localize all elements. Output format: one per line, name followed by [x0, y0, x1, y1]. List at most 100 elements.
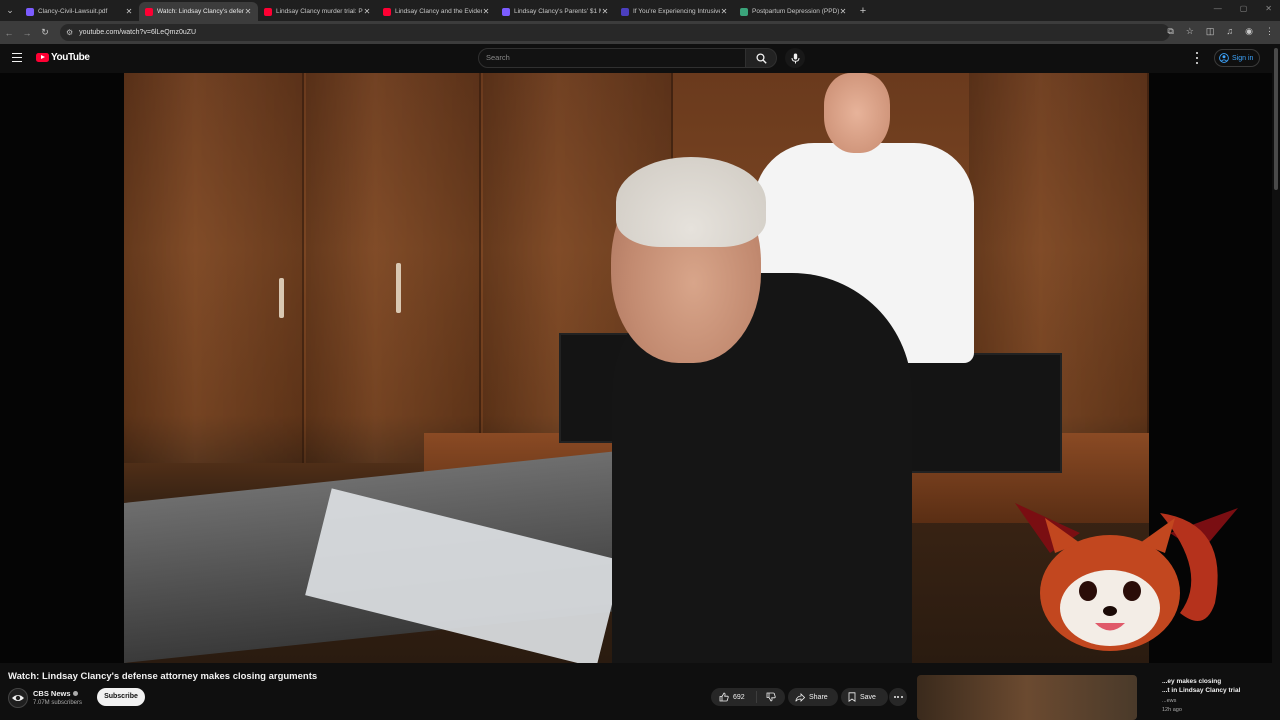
browser-tab[interactable]: Lindsay Clancy's Parents' $1 Mi ✕ — [496, 2, 615, 21]
youtube-play-icon — [36, 53, 49, 62]
close-tab-icon[interactable]: ✕ — [125, 7, 133, 16]
site-favicon-icon — [621, 7, 629, 16]
sign-in-label: Sign in — [1232, 54, 1254, 62]
media-icon[interactable]: ♫ — [1226, 26, 1233, 37]
tab-title: Clancy-Civil-Lawsuit.pdf — [38, 8, 108, 15]
address-bar-row: ← → ↻ ⚙ youtube.com/watch?v=6lLeQmz0uZU … — [0, 21, 1280, 44]
close-tab-icon[interactable]: ✕ — [244, 7, 252, 16]
like-button[interactable]: 692 — [711, 691, 757, 703]
close-tab-icon[interactable]: ✕ — [839, 7, 847, 16]
scrollbar-thumb[interactable] — [1274, 48, 1278, 190]
video-player[interactable] — [0, 73, 1280, 663]
attorney-hair — [616, 157, 766, 247]
hamburger-menu-icon[interactable] — [12, 53, 22, 62]
youtube-favicon-icon — [383, 7, 391, 16]
thumbs-up-icon — [719, 692, 729, 702]
site-info-icon[interactable]: ⚙ — [66, 28, 73, 37]
settings-menu-icon[interactable] — [1193, 52, 1201, 64]
browser-tab-strip: ⌄ Clancy-Civil-Lawsuit.pdf ✕ Watch: Lind… — [0, 0, 1280, 21]
reload-icon[interactable]: ↻ — [36, 27, 54, 38]
bookmark-star-icon[interactable]: ☆ — [1186, 26, 1194, 37]
thumbs-down-icon — [766, 692, 776, 702]
browser-menu-icon[interactable]: ⋮ — [1265, 26, 1274, 37]
video-details: Watch: Lindsay Clancy's defense attorney… — [0, 663, 1280, 720]
close-tab-icon[interactable]: ✕ — [363, 7, 371, 16]
channel-name[interactable]: CBS News — [33, 689, 78, 698]
account-icon — [1219, 53, 1229, 63]
url-field[interactable]: ⚙ youtube.com/watch?v=6lLeQmz0uZU — [60, 24, 1170, 41]
browser-tab-active[interactable]: Watch: Lindsay Clancy's defens ✕ — [139, 2, 258, 21]
related-video-thumbnail[interactable] — [917, 675, 1137, 720]
microphone-icon — [791, 53, 799, 63]
sign-in-button[interactable]: Sign in — [1214, 49, 1261, 67]
more-actions-icon[interactable] — [889, 688, 907, 706]
new-tab-icon[interactable]: + — [853, 5, 873, 17]
site-favicon-icon — [502, 7, 510, 16]
maximize-icon[interactable]: ▢ — [1240, 4, 1248, 13]
dislike-button[interactable] — [757, 692, 785, 702]
browser-tab[interactable]: Lindsay Clancy and the Evidenc ✕ — [377, 2, 496, 21]
subscribe-button[interactable]: Subscribe — [97, 688, 145, 706]
browser-tab[interactable]: Lindsay Clancy murder trial: Pro ✕ — [258, 2, 377, 21]
close-tab-icon[interactable]: ✕ — [601, 7, 609, 16]
profile-icon[interactable]: ◉ — [1245, 26, 1253, 37]
share-button[interactable]: Share — [788, 688, 838, 706]
tab-title: Lindsay Clancy murder trial: Pro — [276, 8, 363, 15]
video-title: Watch: Lindsay Clancy's defense attorney… — [8, 671, 318, 682]
extensions-icon[interactable]: ◫ — [1206, 26, 1215, 37]
cast-icon[interactable]: ⧉ — [1167, 26, 1173, 37]
search-button[interactable] — [745, 48, 777, 68]
share-label: Share — [809, 693, 828, 701]
share-arrow-icon — [795, 692, 805, 702]
channel-name-text: CBS News — [33, 689, 71, 698]
door-handle — [396, 263, 401, 313]
browser-tab[interactable]: If You're Experiencing Intrusive ✕ — [615, 2, 734, 21]
browser-toolbar: ⧉ ☆ ◫ ♫ ◉ ⋮ — [1167, 26, 1274, 37]
door-handle — [279, 278, 284, 318]
window-controls: — ▢ ✕ — [1214, 4, 1272, 13]
youtube-favicon-icon — [264, 7, 272, 16]
youtube-favicon-icon — [145, 7, 153, 16]
youtube-logo[interactable]: YouTube — [36, 52, 90, 63]
close-window-icon[interactable]: ✕ — [1265, 4, 1272, 13]
channel-avatar[interactable] — [8, 688, 28, 708]
related-age: 12h ago — [1162, 707, 1182, 713]
related-video-meta: ...ews 12h ago — [1162, 697, 1182, 715]
save-label: Save — [860, 693, 876, 701]
related-video-title[interactable]: ...ey makes closing ...t in Lindsay Clan… — [1162, 677, 1262, 695]
tab-title: Lindsay Clancy's Parents' $1 Mi — [514, 8, 601, 15]
forward-icon[interactable]: → — [18, 28, 36, 38]
browser-tab[interactable]: Postpartum Depression (PPD): ✕ — [734, 2, 853, 21]
wall-panel — [306, 73, 481, 463]
tab-search-chevron-icon[interactable]: ⌄ — [0, 0, 20, 21]
cbs-eye-logo-icon — [12, 695, 24, 701]
url-text: youtube.com/watch?v=6lLeQmz0uZU — [79, 29, 197, 36]
related-channel: ...ews — [1162, 698, 1177, 704]
close-tab-icon[interactable]: ✕ — [720, 7, 728, 16]
video-frame[interactable] — [124, 73, 1149, 663]
bookmark-icon — [848, 692, 856, 702]
voice-search-button[interactable] — [785, 48, 805, 68]
verified-badge-icon — [72, 691, 78, 696]
search-icon — [755, 52, 767, 64]
pdf-favicon-icon — [26, 7, 34, 16]
close-tab-icon[interactable]: ✕ — [482, 7, 490, 16]
related-video-card[interactable]: ...ey makes closing ...t in Lindsay Clan… — [917, 675, 1267, 720]
related-title-line: ...t in Lindsay Clancy trial — [1162, 687, 1241, 694]
save-button[interactable]: Save — [841, 688, 888, 706]
youtube-masthead: YouTube Search Sign in — [0, 44, 1280, 73]
red-panda-mascot-overlay — [1015, 503, 1238, 651]
youtube-wordmark: YouTube — [51, 52, 90, 63]
search-input[interactable]: Search — [478, 48, 746, 68]
wall-panel — [124, 73, 304, 463]
tab-title: Lindsay Clancy and the Evidenc — [395, 8, 482, 15]
like-count: 692 — [733, 693, 745, 701]
browser-tab[interactable]: Clancy-Civil-Lawsuit.pdf ✕ — [20, 2, 139, 21]
tab-title: If You're Experiencing Intrusive — [633, 8, 720, 15]
court-officer-head — [824, 73, 890, 153]
like-dislike-pill: 692 — [711, 688, 785, 706]
related-title-line: ...ey makes closing — [1162, 678, 1222, 685]
minimize-icon[interactable]: — — [1214, 4, 1222, 13]
back-icon[interactable]: ← — [0, 28, 18, 38]
tab-title: Watch: Lindsay Clancy's defens — [157, 8, 244, 15]
